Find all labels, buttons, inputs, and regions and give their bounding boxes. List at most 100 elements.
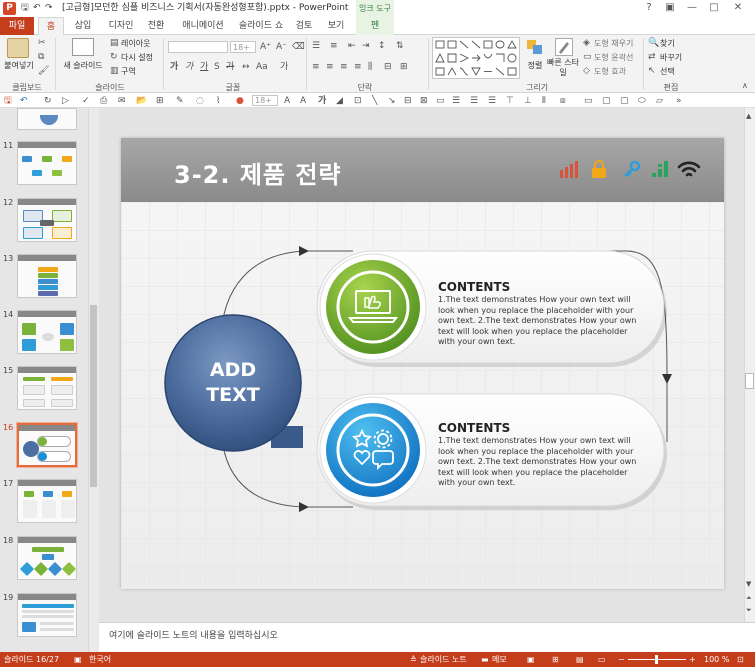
scroll-up-icon[interactable]: ▲	[746, 110, 751, 122]
slideshow-view-icon[interactable]: ▭	[598, 654, 606, 665]
change-case-icon[interactable]: Aa	[256, 61, 268, 73]
spelling-icon[interactable]: ✓	[82, 95, 90, 107]
numbering-icon[interactable]: ≡	[330, 40, 338, 52]
vertical-scrollbar[interactable]	[744, 108, 755, 622]
email-icon[interactable]: ✉	[118, 95, 126, 107]
close-icon[interactable]: ✕	[729, 1, 747, 15]
paste-button[interactable]: 붙여넣기	[2, 60, 36, 71]
format-painter-icon[interactable]: 🖌	[38, 65, 49, 77]
minimize-icon[interactable]: —	[683, 1, 701, 15]
slide-thumbnail-10[interactable]	[17, 108, 77, 130]
item-2-body[interactable]: 1.The text demonstrates How your own tex…	[438, 436, 643, 489]
slide-thumbnail-12[interactable]	[17, 198, 77, 242]
slide-thumbnail-16[interactable]	[17, 423, 77, 467]
zoom-out-icon[interactable]: −	[618, 654, 625, 665]
new-slide-button[interactable]: 새 슬라이드	[58, 60, 108, 71]
shape-fill-icon[interactable]: ◢	[336, 95, 343, 107]
tab-slideshow[interactable]: 슬라이드 쇼	[234, 17, 288, 35]
char-spacing-icon[interactable]: ↔	[242, 61, 250, 73]
tab-animations[interactable]: 애니메이션	[176, 17, 230, 35]
align-right-icon[interactable]: ≡	[340, 61, 348, 73]
eyedropper-icon[interactable]: ⌇	[216, 95, 220, 107]
more-commands-icon[interactable]: »	[676, 95, 682, 107]
thumbnail-scroll-thumb[interactable]	[90, 305, 97, 487]
line-icon[interactable]: ╲	[372, 95, 377, 107]
new-slide-icon[interactable]	[72, 38, 94, 56]
arrange-icon[interactable]	[525, 38, 545, 56]
comments-toggle-button[interactable]: 메모	[492, 654, 507, 665]
font-color-icon[interactable]: 가	[280, 61, 288, 73]
language-indicator[interactable]: 한국어	[89, 654, 111, 665]
maximize-icon[interactable]: □	[705, 1, 723, 15]
quick-styles-button[interactable]: 빠른 스타일	[546, 58, 580, 78]
increase-indent-icon[interactable]: ⇥	[362, 40, 370, 52]
draw-table-icon[interactable]: ⊞	[156, 95, 164, 107]
lasso-icon[interactable]: ◌	[196, 95, 204, 107]
clear-format-icon[interactable]: ⌫	[292, 41, 305, 53]
textbox-icon[interactable]: ⊟	[404, 95, 412, 107]
shrink-font-icon[interactable]: A⁻	[276, 41, 287, 53]
item-2-heading[interactable]: CONTENTS	[438, 421, 510, 435]
undo-icon[interactable]: ↶	[33, 2, 41, 15]
bullets-icon[interactable]: ☰	[312, 40, 320, 52]
previous-slide-icon[interactable]: ⏶	[746, 592, 752, 604]
center-text[interactable]: ADD TEXT	[165, 358, 301, 408]
underline-icon[interactable]: 가	[200, 61, 208, 73]
shape-effects-button[interactable]: 도형 효과	[594, 66, 626, 77]
save-icon[interactable]: 🖫	[21, 2, 29, 15]
columns-icon[interactable]: ⫼	[368, 61, 372, 73]
slide-canvas[interactable]: 3-2. 제품 전략 ADD TEXT CONTENTS 1.The text …	[121, 138, 724, 589]
shape-fill-button[interactable]: 도형 채우기	[594, 38, 633, 49]
arrow-icon[interactable]: ↘	[388, 95, 396, 107]
align-left-icon[interactable]: ≡	[312, 61, 320, 73]
rounded-rect2-icon[interactable]: ▢	[620, 95, 629, 107]
notes-placeholder[interactable]: 여기에 슬라이드 노트의 내용을 입력하십시오	[109, 628, 278, 641]
tab-review[interactable]: 검토	[291, 17, 317, 35]
quick-styles-icon[interactable]	[555, 38, 573, 56]
rounded-rect-icon[interactable]: ▢	[602, 95, 611, 107]
tab-view[interactable]: 보기	[323, 17, 349, 35]
align-center-icon[interactable]: ☰	[470, 95, 478, 107]
rectangle-icon[interactable]: ▭	[584, 95, 593, 107]
replace-button[interactable]: 바꾸기	[660, 52, 682, 63]
align-center-icon[interactable]: ≡	[326, 61, 334, 73]
redo-icon[interactable]: ↷	[45, 2, 53, 15]
zoom-in-icon[interactable]: +	[689, 654, 696, 665]
slide-thumbnail-19[interactable]	[17, 593, 77, 637]
comment-icon[interactable]: ▭	[436, 95, 445, 107]
shape-outline-button[interactable]: 도형 윤곽선	[594, 52, 633, 63]
align-right-icon[interactable]: ☰	[488, 95, 496, 107]
tab-file[interactable]: 파일	[0, 17, 34, 35]
copy-icon[interactable]: ⧉	[38, 51, 44, 63]
bold-icon[interactable]: 가	[170, 61, 178, 73]
distribute-icon[interactable]: ⫴	[542, 95, 546, 107]
font-size-combo[interactable]: 18+	[230, 41, 256, 53]
qat-font-size-combo[interactable]: 18+	[252, 95, 278, 106]
callout-icon[interactable]: ▱	[656, 95, 663, 107]
zoom-slider-thumb[interactable]	[655, 655, 658, 664]
select-button[interactable]: 선택	[660, 66, 675, 77]
grow-font-icon[interactable]: A⁺	[260, 41, 271, 53]
tab-home[interactable]: 홈	[38, 17, 64, 36]
save-icon[interactable]: 🖫	[4, 95, 12, 107]
decrease-indent-icon[interactable]: ⇤	[348, 40, 356, 52]
text-direction-icon[interactable]: ⇅	[396, 40, 404, 52]
notes-toggle-button[interactable]: 슬라이드 노트	[420, 654, 467, 665]
reset-button[interactable]: 다시 설정	[121, 52, 153, 63]
reading-view-icon[interactable]: ▤	[576, 654, 584, 665]
cut-icon[interactable]: ✂	[38, 37, 46, 49]
justify-icon[interactable]: ≡	[354, 61, 362, 73]
zoom-level[interactable]: 100 %	[704, 654, 729, 665]
smartart-icon[interactable]: ⊞	[400, 61, 408, 73]
grow-font-icon[interactable]: A	[284, 95, 290, 107]
arrange-button[interactable]: 정렬	[522, 60, 548, 71]
repeat-icon[interactable]: ↻	[44, 95, 52, 107]
align-top-icon[interactable]: ⊤	[506, 95, 514, 107]
paste-icon[interactable]	[7, 38, 29, 58]
slide-sorter-icon[interactable]: ⊞	[552, 654, 559, 665]
undo-icon[interactable]: ↶	[20, 95, 28, 107]
bold-icon[interactable]: 가	[318, 95, 326, 107]
collapse-ribbon-icon[interactable]: ∧	[742, 80, 748, 92]
format-painter-icon[interactable]: ⊡	[354, 95, 362, 107]
proofing-icon[interactable]: ▣	[74, 654, 82, 665]
